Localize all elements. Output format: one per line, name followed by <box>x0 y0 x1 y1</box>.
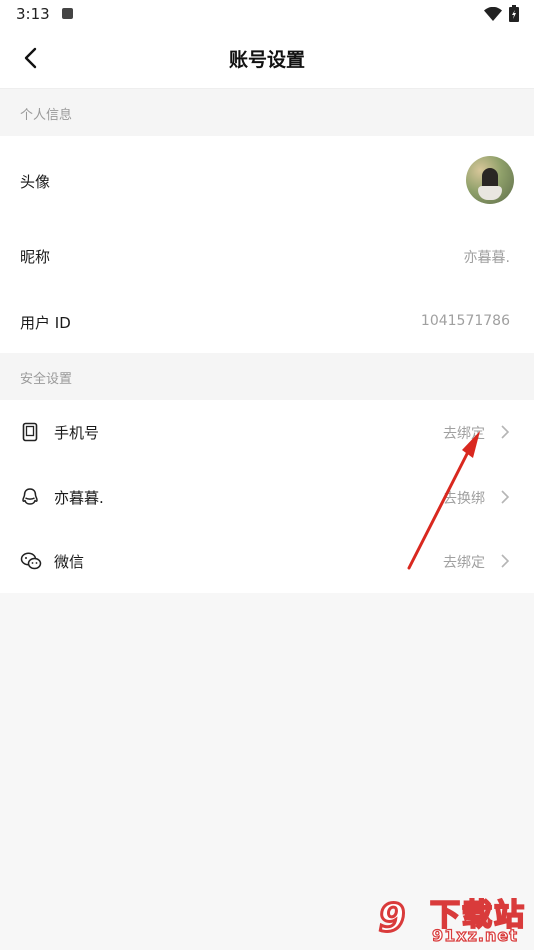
watermark-domain: 91xz.net <box>431 925 518 945</box>
qq-row[interactable]: 亦暮暮. 去换绑 <box>0 464 534 529</box>
wifi-icon <box>484 7 502 21</box>
section-header-personal: 个人信息 <box>0 89 534 136</box>
title-bar: 账号设置 <box>0 28 534 89</box>
wechat-icon <box>20 552 42 570</box>
nickname-label: 昵称 <box>20 248 51 266</box>
status-time: 3:13 <box>16 5 50 23</box>
avatar-skirt <box>478 186 502 200</box>
page-title: 账号设置 <box>228 49 305 71</box>
chevron-right-icon <box>501 490 510 504</box>
wechat-label: 微信 <box>54 553 85 571</box>
chevron-right-icon <box>501 554 510 568</box>
watermark-logo: 9 <box>377 895 406 942</box>
qq-label: 亦暮暮. <box>54 489 104 507</box>
avatar[interactable] <box>466 156 514 204</box>
battery-icon <box>509 5 519 22</box>
chevron-right-icon <box>501 425 510 439</box>
user-id-label: 用户 ID <box>20 314 71 332</box>
qq-icon <box>22 488 38 505</box>
personal-info-card: 头像 昵称 亦暮暮. 用户 ID 1041571786 <box>0 136 534 353</box>
avatar-label: 头像 <box>20 173 51 191</box>
phone-label: 手机号 <box>54 424 100 442</box>
user-id-value: 1041571786 <box>420 313 510 329</box>
qq-rebind-action[interactable]: 去换绑 <box>443 488 485 508</box>
security-card: 手机号 去绑定 亦暮暮. 去换绑 微信 去绑定 <box>0 400 534 593</box>
wechat-row[interactable]: 微信 去绑定 <box>0 529 534 593</box>
phone-bind-action[interactable]: 去绑定 <box>443 423 485 443</box>
section-header-security: 安全设置 <box>0 353 534 400</box>
notification-app-icon <box>62 8 73 19</box>
nickname-row[interactable]: 昵称 亦暮暮. <box>0 224 534 289</box>
avatar-row[interactable]: 头像 <box>0 136 534 224</box>
phone-icon <box>22 422 38 442</box>
wechat-bind-action[interactable]: 去绑定 <box>443 552 485 572</box>
phone-row[interactable]: 手机号 去绑定 <box>0 400 534 464</box>
status-bar: 3:13 <box>0 0 534 28</box>
nickname-value: 亦暮暮. <box>463 250 510 266</box>
user-id-row: 用户 ID 1041571786 <box>0 289 534 353</box>
watermark: 9 下载站 91xz.net <box>362 888 534 950</box>
